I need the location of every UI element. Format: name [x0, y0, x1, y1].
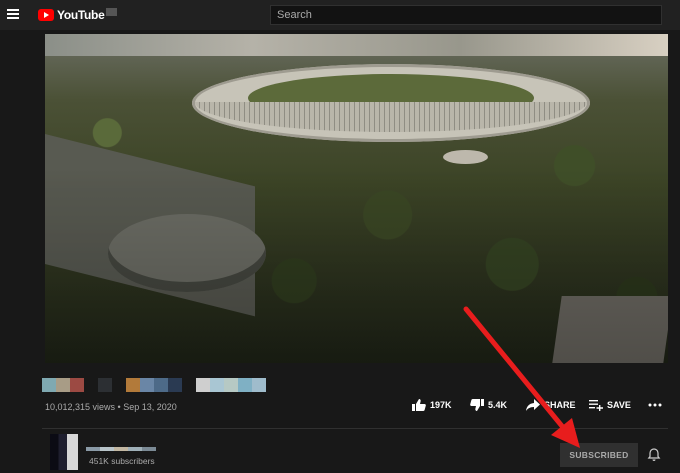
playlist-add-icon [589, 400, 603, 411]
bell-icon[interactable] [647, 448, 661, 462]
subscribed-button[interactable]: SUBSCRIBED [560, 443, 638, 467]
search-input[interactable] [277, 6, 647, 24]
video-meta: 10,012,315 views • Sep 13, 2020 [45, 402, 177, 412]
logo-text: YouTube [57, 8, 105, 22]
channel-avatar[interactable] [50, 434, 78, 470]
like-button[interactable]: 197K [412, 399, 452, 411]
save-button[interactable]: SAVE [589, 399, 631, 411]
dislike-count: 5.4K [488, 400, 508, 410]
dislike-button[interactable]: 5.4K [470, 399, 507, 411]
save-label: SAVE [607, 400, 631, 410]
like-count: 197K [430, 400, 452, 410]
search-box [270, 5, 662, 25]
video-player[interactable] [45, 34, 668, 363]
thumbs-down-icon [470, 399, 484, 411]
play-logo-icon [38, 9, 54, 21]
divider [42, 428, 668, 429]
youtube-logo[interactable]: YouTube [38, 8, 118, 22]
video-frame-shade [45, 34, 668, 363]
hamburger-icon[interactable] [7, 9, 19, 19]
country-badge [106, 8, 118, 16]
video-title-redacted [42, 378, 266, 392]
more-actions-button[interactable] [648, 399, 666, 411]
more-dots-icon [648, 403, 662, 407]
share-label: SHARE [544, 400, 576, 410]
share-arrow-icon [526, 399, 540, 411]
subscriber-count: 451K subscribers [89, 456, 155, 466]
share-button[interactable]: SHARE [526, 399, 576, 411]
channel-name-redacted[interactable] [86, 447, 156, 451]
top-bar: YouTube [0, 0, 680, 30]
thumbs-up-icon [412, 399, 426, 411]
